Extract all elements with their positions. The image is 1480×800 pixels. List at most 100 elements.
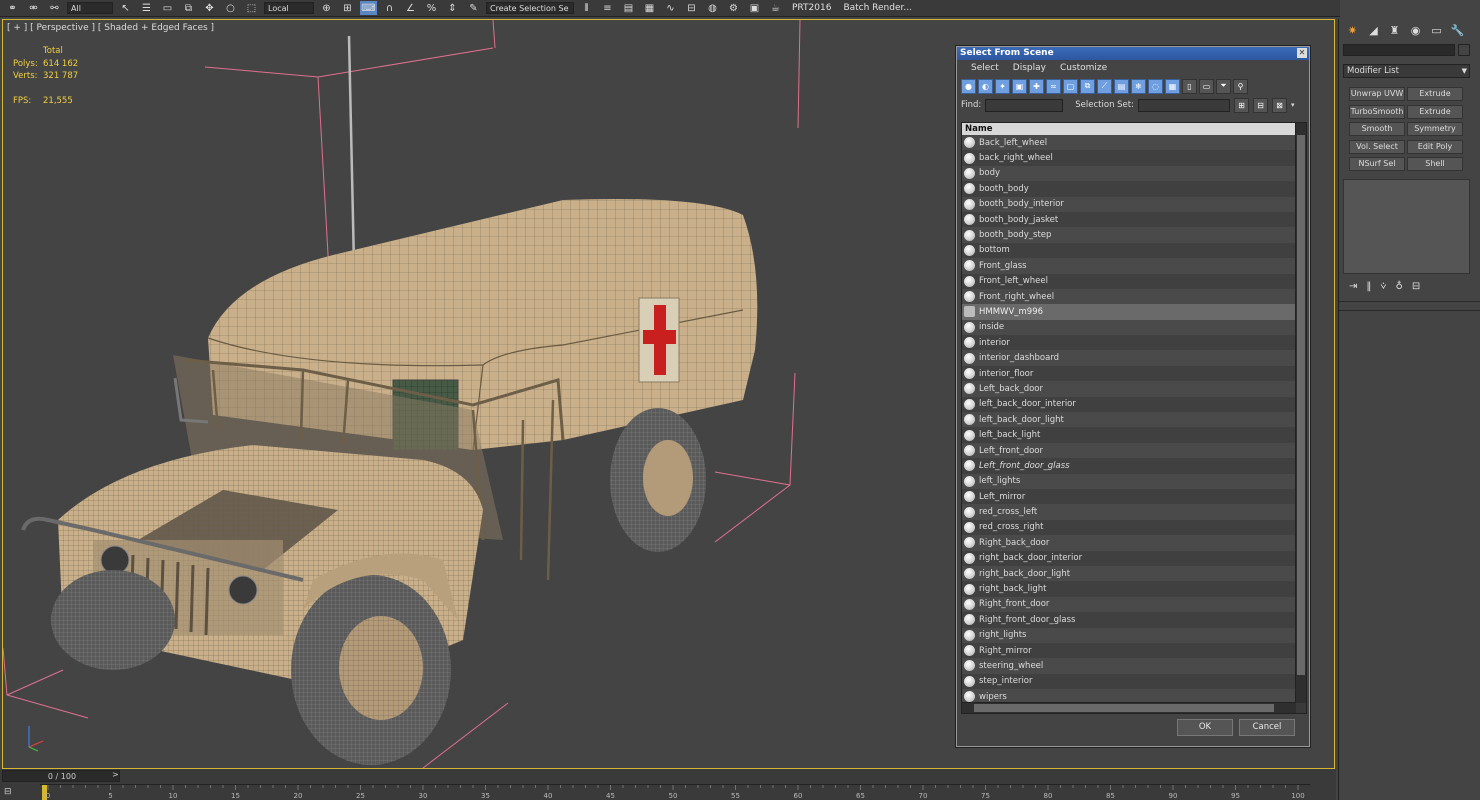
reference-coordinate-dropdown[interactable]: Local xyxy=(264,2,314,14)
rectangular-selection-icon[interactable]: ▭ xyxy=(159,1,176,15)
list-item[interactable]: inside xyxy=(962,319,1296,336)
list-item[interactable]: left_lights xyxy=(962,473,1296,489)
list-item[interactable]: Right_mirror xyxy=(962,642,1296,659)
edit-selection-set-icon[interactable]: ⊟ xyxy=(1252,97,1268,113)
list-item[interactable]: interior_dashboard xyxy=(962,350,1296,366)
display-xrefs-icon[interactable]: ⧉ xyxy=(1080,78,1095,94)
utilities-tab-icon[interactable]: 🔧 xyxy=(1450,23,1465,37)
render-preset-label[interactable]: PRT2016 xyxy=(788,3,835,13)
list-item[interactable]: Left_mirror xyxy=(962,488,1296,505)
display-tab-icon[interactable]: ▭ xyxy=(1429,23,1444,37)
display-lights-icon[interactable]: ✦ xyxy=(995,78,1010,94)
pivot-center-icon[interactable]: ⊕ xyxy=(318,1,335,15)
time-slider[interactable]: 0 / 100 xyxy=(2,770,120,782)
list-item[interactable]: right_back_light xyxy=(962,581,1296,597)
list-item[interactable]: left_back_door_light xyxy=(962,412,1296,428)
remove-modifier-icon[interactable]: ♁ xyxy=(1395,281,1402,295)
list-item[interactable]: red_cross_right xyxy=(962,519,1296,536)
dialog-titlebar[interactable]: Select From Scene ✕ xyxy=(957,47,1309,60)
modify-tab-icon[interactable]: ◢ xyxy=(1366,23,1381,37)
render-setup-icon[interactable]: ⚙ xyxy=(725,1,742,15)
list-item[interactable]: Front_right_wheel xyxy=(962,288,1296,305)
select-manipulate-icon[interactable]: ⊞ xyxy=(339,1,356,15)
batch-render-button[interactable]: Batch Render... xyxy=(839,3,916,13)
window-crossing-icon[interactable]: ⧉ xyxy=(180,1,197,15)
horizontal-scroll-thumb[interactable] xyxy=(974,704,1274,712)
object-color-swatch[interactable] xyxy=(1458,44,1470,56)
list-item[interactable]: booth_body xyxy=(962,181,1296,197)
selection-filter-dropdown[interactable]: All xyxy=(67,2,113,14)
display-hidden-icon[interactable]: ◌ xyxy=(1148,78,1163,94)
list-item[interactable]: interior_floor xyxy=(962,365,1296,382)
percent-snap-icon[interactable]: % xyxy=(423,1,440,15)
column-header-name[interactable]: Name xyxy=(962,123,1296,135)
list-item[interactable]: booth_body_jasket xyxy=(962,211,1296,228)
edit-named-selection-icon[interactable]: ✎ xyxy=(465,1,482,15)
list-item[interactable]: back_right_wheel xyxy=(962,150,1296,166)
list-item[interactable]: Right_front_door_glass xyxy=(962,612,1296,628)
make-unique-icon[interactable]: ⩒ xyxy=(1380,281,1386,295)
list-item[interactable]: Front_glass xyxy=(962,258,1296,274)
list-item[interactable]: Right_back_door xyxy=(962,535,1296,551)
list-item[interactable]: right_lights xyxy=(962,627,1296,643)
create-tab-icon[interactable]: ✷ xyxy=(1345,23,1360,37)
filter-icon[interactable]: ⏷ xyxy=(1216,78,1231,94)
hierarchy-tab-icon[interactable]: ♜ xyxy=(1387,23,1402,37)
scale-icon[interactable]: ⬚ xyxy=(243,1,260,15)
configure-modifier-sets-icon[interactable]: ⊟ xyxy=(1412,281,1420,295)
display-shapes-icon[interactable]: ◐ xyxy=(978,78,993,94)
list-item[interactable]: red_cross_left xyxy=(962,504,1296,520)
display-none-icon[interactable]: ▯ xyxy=(1182,78,1197,94)
invert-display-icon[interactable]: ▭ xyxy=(1199,78,1214,94)
vol-select-button[interactable]: Vol. Select xyxy=(1349,140,1405,154)
display-bones-icon[interactable]: ⟋ xyxy=(1097,78,1112,94)
graphite-ribbon-icon[interactable]: ▦ xyxy=(641,1,658,15)
cancel-button[interactable]: Cancel xyxy=(1239,719,1295,736)
extrude-button[interactable]: Extrude xyxy=(1407,87,1463,101)
menu-display[interactable]: Display xyxy=(1013,63,1046,73)
menu-select[interactable]: Select xyxy=(971,63,999,73)
unwrap-uvw-button[interactable]: Unwrap UVW xyxy=(1349,87,1405,101)
modifier-stack[interactable] xyxy=(1343,179,1470,274)
schematic-view-icon[interactable]: ⊟ xyxy=(683,1,700,15)
nsurf-sel-button[interactable]: NSurf Sel xyxy=(1349,157,1405,171)
track-bar[interactable]: 0 5 10 15 20 25 30 35 40 45 50 55 60 65 70 75 80 85 90 95 10… xyxy=(40,784,1310,800)
motion-tab-icon[interactable]: ◉ xyxy=(1408,23,1423,37)
unlink-icon[interactable]: ⚮ xyxy=(25,1,42,15)
vertical-scroll-thumb[interactable] xyxy=(1297,135,1305,675)
remove-selection-set-icon[interactable]: ⊠ xyxy=(1271,97,1287,113)
mirror-icon[interactable]: ⫴ xyxy=(578,1,595,15)
keyboard-shortcut-override-icon[interactable]: ⌨ xyxy=(360,1,377,15)
find-input[interactable] xyxy=(985,98,1064,112)
symmetry-button[interactable]: Symmetry xyxy=(1407,122,1463,136)
list-item[interactable]: interior xyxy=(962,335,1296,351)
list-item[interactable]: Left_front_door xyxy=(962,442,1296,459)
display-helpers-icon[interactable]: ✚ xyxy=(1029,78,1044,94)
list-item[interactable]: bottom xyxy=(962,242,1296,259)
list-item[interactable]: step_interior xyxy=(962,673,1296,690)
display-geometry-icon[interactable]: ● xyxy=(961,78,976,94)
rotate-icon[interactable]: ○ xyxy=(222,1,239,15)
shell-button[interactable]: Shell xyxy=(1407,157,1463,171)
display-groups-icon[interactable]: ▢ xyxy=(1063,78,1078,94)
turbosmooth-button[interactable]: TurboSmooth xyxy=(1349,105,1405,119)
ok-button[interactable]: OK xyxy=(1177,719,1233,736)
edit-poly-button[interactable]: Edit Poly xyxy=(1407,140,1463,154)
move-icon[interactable]: ✥ xyxy=(201,1,218,15)
list-item[interactable]: right_back_door_interior xyxy=(962,550,1296,566)
extrude-button-2[interactable]: Extrude xyxy=(1407,105,1463,119)
align-icon[interactable]: ≡ xyxy=(599,1,616,15)
list-item[interactable]: booth_body_step xyxy=(962,227,1296,243)
list-item[interactable]: booth_body_interior xyxy=(962,196,1296,212)
named-selection-set-dropdown[interactable]: Create Selection Se xyxy=(486,2,574,14)
display-cameras-icon[interactable]: ▣ xyxy=(1012,78,1027,94)
add-selection-set-icon[interactable]: ⊞ xyxy=(1233,97,1249,113)
list-item[interactable]: left_back_light xyxy=(962,427,1296,443)
render-frame-icon[interactable]: ▣ xyxy=(746,1,763,15)
list-item[interactable]: Left_back_door xyxy=(962,381,1296,397)
list-item[interactable]: Left_front_door_glass xyxy=(962,458,1296,474)
list-item[interactable]: Front_left_wheel xyxy=(962,273,1296,289)
modifier-list-dropdown[interactable]: Modifier List ▼ xyxy=(1343,64,1470,78)
show-end-result-icon[interactable]: ‖ xyxy=(1366,281,1371,295)
angle-snap-icon[interactable]: ∠ xyxy=(402,1,419,15)
